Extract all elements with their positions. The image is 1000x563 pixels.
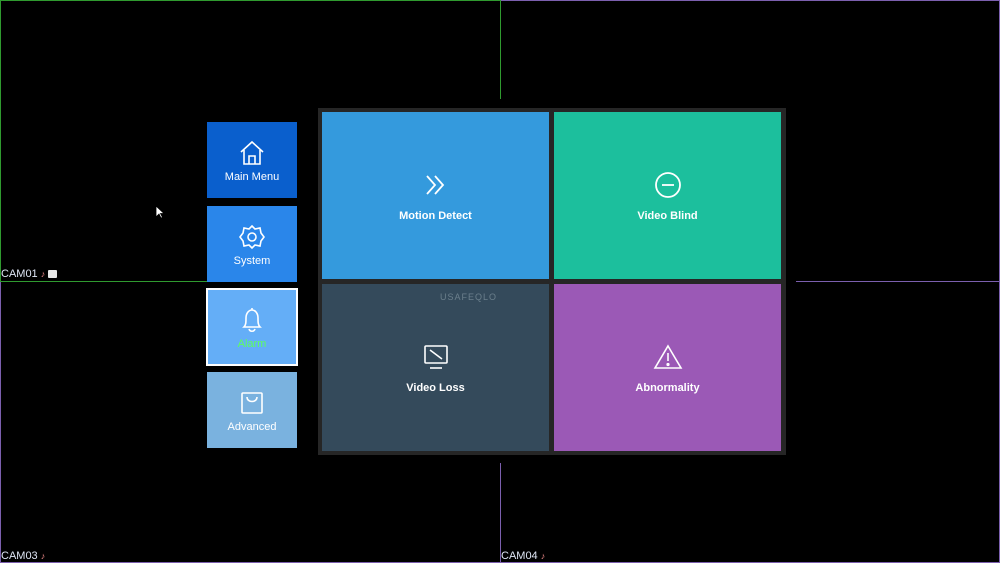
- home-icon: [240, 140, 264, 165]
- camera-name: CAM01: [1, 268, 38, 280]
- bell-icon: [242, 307, 262, 332]
- mouse-cursor-icon: [155, 205, 165, 219]
- mute-icon: ♪: [40, 551, 46, 561]
- sidebar-item-label: System: [233, 254, 271, 267]
- mute-icon: ♪: [40, 269, 46, 279]
- warning-icon: [653, 343, 682, 369]
- video-loss-icon: [423, 344, 448, 369]
- watermark: USAFEQLO: [440, 292, 498, 302]
- tile-label: Abnormality: [635, 381, 700, 394]
- camera-label-cam01: CAM01 ♪: [1, 268, 58, 280]
- grid-line-vertical-bottom: [500, 463, 501, 563]
- tile-abnormality[interactable]: Abnormality: [554, 284, 781, 451]
- tile-video-loss[interactable]: Video Loss: [322, 284, 549, 451]
- sidebar-item-advanced[interactable]: Advanced: [207, 372, 297, 448]
- alarm-menu-panel: Motion Detect Video Blind Video Loss Abn…: [318, 108, 786, 455]
- grid-line-left-lower: [0, 282, 1, 563]
- grid-line-top-right: [501, 0, 1000, 1]
- double-chevron-right-icon: [425, 174, 444, 195]
- camera-name: CAM04: [501, 550, 538, 562]
- mute-icon: ♪: [540, 551, 546, 561]
- sidebar-item-main-menu[interactable]: Main Menu: [207, 122, 297, 198]
- camera-label-cam04: CAM04 ♪: [501, 550, 545, 562]
- sidebar-item-system[interactable]: System: [207, 206, 297, 282]
- grid-line-left-border: [0, 0, 1, 281]
- grid-line-top-left-border: [0, 0, 500, 1]
- tile-label: Motion Detect: [399, 209, 472, 222]
- gear-icon: [239, 224, 265, 249]
- sidebar-item-label: Main Menu: [224, 170, 280, 183]
- grid-line-vertical-top: [500, 0, 501, 99]
- tile-label: Video Loss: [406, 381, 465, 394]
- tile-video-blind[interactable]: Video Blind: [554, 112, 781, 279]
- sidebar-item-label: Alarm: [237, 337, 267, 350]
- sidebar-item-alarm[interactable]: Alarm: [206, 288, 298, 366]
- record-icon: [48, 270, 58, 278]
- minus-circle-icon: [654, 171, 681, 198]
- tile-motion-detect[interactable]: Motion Detect: [322, 112, 549, 279]
- bag-icon: [241, 391, 263, 414]
- grid-line-horizontal-left: [0, 281, 207, 282]
- camera-label-cam03: CAM03 ♪: [1, 550, 45, 562]
- tile-label: Video Blind: [637, 209, 698, 222]
- camera-name: CAM03: [1, 550, 38, 562]
- grid-line-horizontal-right: [796, 281, 1000, 282]
- sidebar-item-label: Advanced: [227, 420, 277, 433]
